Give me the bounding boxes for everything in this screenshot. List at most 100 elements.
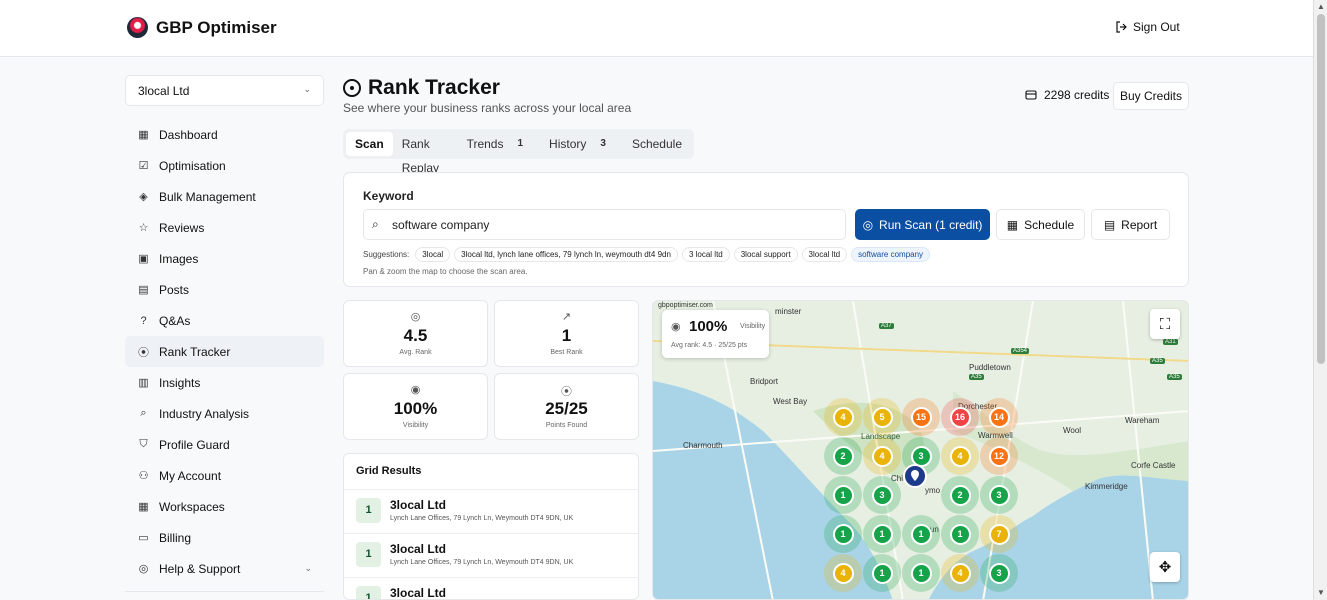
rank-map[interactable]: gbpoptimiser.com minster Puddletown Brid… bbox=[652, 300, 1189, 600]
search-icon: ⌕ bbox=[140, 407, 147, 419]
stat-label: Best Rank bbox=[550, 349, 583, 356]
run-scan-button[interactable]: ◎ Run Scan (1 credit) bbox=[855, 209, 990, 240]
report-button[interactable]: ▤ Report bbox=[1091, 209, 1170, 240]
chevron-down-icon: ⌄ bbox=[303, 84, 311, 94]
map-place-label: Kimmeridge bbox=[1085, 482, 1128, 491]
sidebar-item-label: Bulk Management bbox=[159, 189, 256, 204]
scrollbar[interactable]: ▲ ▼ bbox=[1313, 0, 1327, 600]
rank-grid-pin[interactable]: 4 bbox=[863, 437, 901, 475]
sidebar-item-label: Reviews bbox=[159, 220, 205, 235]
road-shield: A31 bbox=[1163, 339, 1178, 345]
rank-grid-pin[interactable]: 1 bbox=[824, 476, 862, 514]
sidebar-item-dashboard[interactable]: ▦ Dashboard bbox=[125, 119, 324, 150]
sidebar-item-label: Optimisation bbox=[159, 158, 226, 173]
rank-grid-pin[interactable]: 1 bbox=[902, 554, 940, 592]
rank-grid-pin[interactable]: 7 bbox=[980, 515, 1018, 553]
sidebar-item-reviews[interactable]: ☆ Reviews bbox=[125, 212, 324, 243]
rank-grid-pin-label: 14 bbox=[988, 406, 1010, 428]
sidebar-item-bulk-management[interactable]: ◈ Bulk Management bbox=[125, 181, 324, 212]
rank-grid-pin[interactable]: 5 bbox=[863, 398, 901, 436]
rank-grid-pin[interactable]: 4 bbox=[941, 437, 979, 475]
star-icon: ☆ bbox=[138, 222, 149, 234]
tab-schedule[interactable]: Schedule bbox=[623, 132, 691, 156]
tab-history[interactable]: History 3 bbox=[540, 132, 615, 156]
keyword-input[interactable]: ⌕ software company bbox=[363, 209, 846, 240]
scrollbar-thumb[interactable] bbox=[1317, 14, 1325, 364]
tab-scan[interactable]: Scan bbox=[346, 132, 393, 156]
sidebar-item-profile-guard[interactable]: ⛉ Profile Guard bbox=[125, 429, 324, 460]
scroll-up-icon[interactable]: ▲ bbox=[1317, 2, 1325, 11]
target-icon: ◎ bbox=[410, 311, 421, 323]
rank-grid-pin[interactable]: 3 bbox=[863, 476, 901, 514]
suggestion-chip[interactable]: 3local support bbox=[733, 247, 798, 262]
road-shield: A354 bbox=[1011, 348, 1030, 354]
road-shield: A37 bbox=[879, 323, 894, 329]
sidebar-item-posts[interactable]: ▤ Posts bbox=[125, 274, 324, 305]
sidebar-item-qas[interactable]: ? Q&As bbox=[125, 305, 324, 336]
rank-grid-pin[interactable]: 14 bbox=[980, 398, 1018, 436]
rank-grid-pin[interactable]: 1 bbox=[941, 515, 979, 553]
rank-grid-pin[interactable]: 2 bbox=[824, 437, 862, 475]
rank-grid-pin[interactable]: 2 bbox=[941, 476, 979, 514]
sidebar-item-industry-analysis[interactable]: ⌕ Industry Analysis bbox=[125, 398, 324, 429]
rank-grid-pin[interactable]: 4 bbox=[824, 398, 862, 436]
sidebar-item-images[interactable]: ▣ Images bbox=[125, 243, 324, 274]
rank-grid-pin[interactable]: 16 bbox=[941, 398, 979, 436]
rank-grid-pin-label: 4 bbox=[832, 406, 854, 428]
page-title: Rank Tracker bbox=[368, 76, 500, 99]
rank-grid-pin[interactable]: 1 bbox=[824, 515, 862, 553]
rank-grid-pin[interactable]: 3 bbox=[980, 476, 1018, 514]
sidebar-item-optimisation[interactable]: ☑ Optimisation bbox=[125, 150, 324, 181]
suggestion-chip[interactable]: 3local bbox=[415, 247, 451, 262]
sidebar-divider bbox=[125, 591, 324, 592]
recenter-button[interactable]: ✥ bbox=[1150, 552, 1180, 582]
fullscreen-button[interactable]: ⛶ bbox=[1150, 309, 1180, 339]
suggestion-chip[interactable]: 3local ltd, lynch lane offices, 79 lynch… bbox=[454, 247, 678, 262]
rank-grid-pin[interactable]: 1 bbox=[863, 554, 901, 592]
rank-grid-pin[interactable]: 15 bbox=[902, 398, 940, 436]
sidebar-item-insights[interactable]: ▥ Insights bbox=[125, 367, 324, 398]
business-name: 3local Ltd bbox=[390, 586, 447, 600]
rank-grid-pin[interactable]: 12 bbox=[980, 437, 1018, 475]
map-place-label: Wareham bbox=[1125, 416, 1160, 425]
sidebar-item-billing[interactable]: ▭ Billing bbox=[125, 522, 324, 553]
sidebar-item-label: Images bbox=[159, 251, 199, 266]
table-row[interactable]: 1 3local Ltd Lynch Lane Offices, 79 Lync… bbox=[344, 489, 638, 534]
bar-chart-icon: ▥ bbox=[138, 377, 149, 389]
tab-rank-replay[interactable]: Rank Replay bbox=[393, 132, 458, 175]
suggestion-chip[interactable]: 3 local ltd bbox=[681, 247, 730, 262]
table-row[interactable]: 1 3local Ltd bbox=[344, 577, 638, 600]
scroll-down-icon[interactable]: ▼ bbox=[1317, 588, 1325, 597]
tab-bar: Scan Rank Replay Trends 1 History 3 Schedu… bbox=[343, 129, 694, 175]
schedule-button[interactable]: ▦ Schedule bbox=[996, 209, 1085, 240]
sidebar-item-label: Industry Analysis bbox=[159, 406, 250, 421]
business-location-marker[interactable] bbox=[903, 464, 927, 488]
rank-grid-pin[interactable]: 3 bbox=[980, 554, 1018, 592]
tab-trends[interactable]: Trends 1 bbox=[458, 132, 532, 156]
suggestion-chip-selected[interactable]: software company bbox=[851, 247, 931, 262]
rank-badge: 1 bbox=[356, 586, 381, 599]
sidebar-item-workspaces[interactable]: ▦ Workspaces bbox=[125, 491, 324, 522]
rank-grid-pin[interactable]: 4 bbox=[941, 554, 979, 592]
search-icon: ⌕ bbox=[372, 217, 379, 231]
buy-credits-button[interactable]: Buy Credits bbox=[1113, 82, 1189, 110]
question-icon: ? bbox=[140, 314, 147, 327]
rank-grid-pin-label: 1 bbox=[871, 562, 893, 584]
stat-value: 100% bbox=[393, 399, 438, 418]
business-select[interactable]: 3local Ltd ⌄ bbox=[125, 75, 324, 106]
rank-grid-pin[interactable]: 1 bbox=[902, 515, 940, 553]
business-name: 3local Ltd bbox=[390, 498, 447, 512]
sidebar-item-label: Q&As bbox=[159, 313, 191, 328]
rank-grid-pin[interactable]: 4 bbox=[824, 554, 862, 592]
sign-out-button[interactable]: Sign Out bbox=[1115, 20, 1180, 34]
tab-label: Trends bbox=[466, 137, 504, 151]
table-row[interactable]: 1 3local Ltd Lynch Lane Offices, 79 Lync… bbox=[344, 533, 638, 578]
move-icon: ✥ bbox=[1158, 559, 1172, 576]
rank-grid-pin-label: 1 bbox=[910, 562, 932, 584]
sidebar-item-my-account[interactable]: ⚇ My Account bbox=[125, 460, 324, 491]
sidebar-item-help-support[interactable]: ◎ Help & Support ⌄ bbox=[125, 553, 324, 584]
suggestion-chip[interactable]: 3local ltd bbox=[801, 247, 848, 262]
sidebar-item-rank-tracker[interactable]: ⦿ Rank Tracker bbox=[125, 336, 324, 367]
rank-grid-pin[interactable]: 1 bbox=[863, 515, 901, 553]
suggestions-label: Suggestions: bbox=[363, 250, 410, 259]
